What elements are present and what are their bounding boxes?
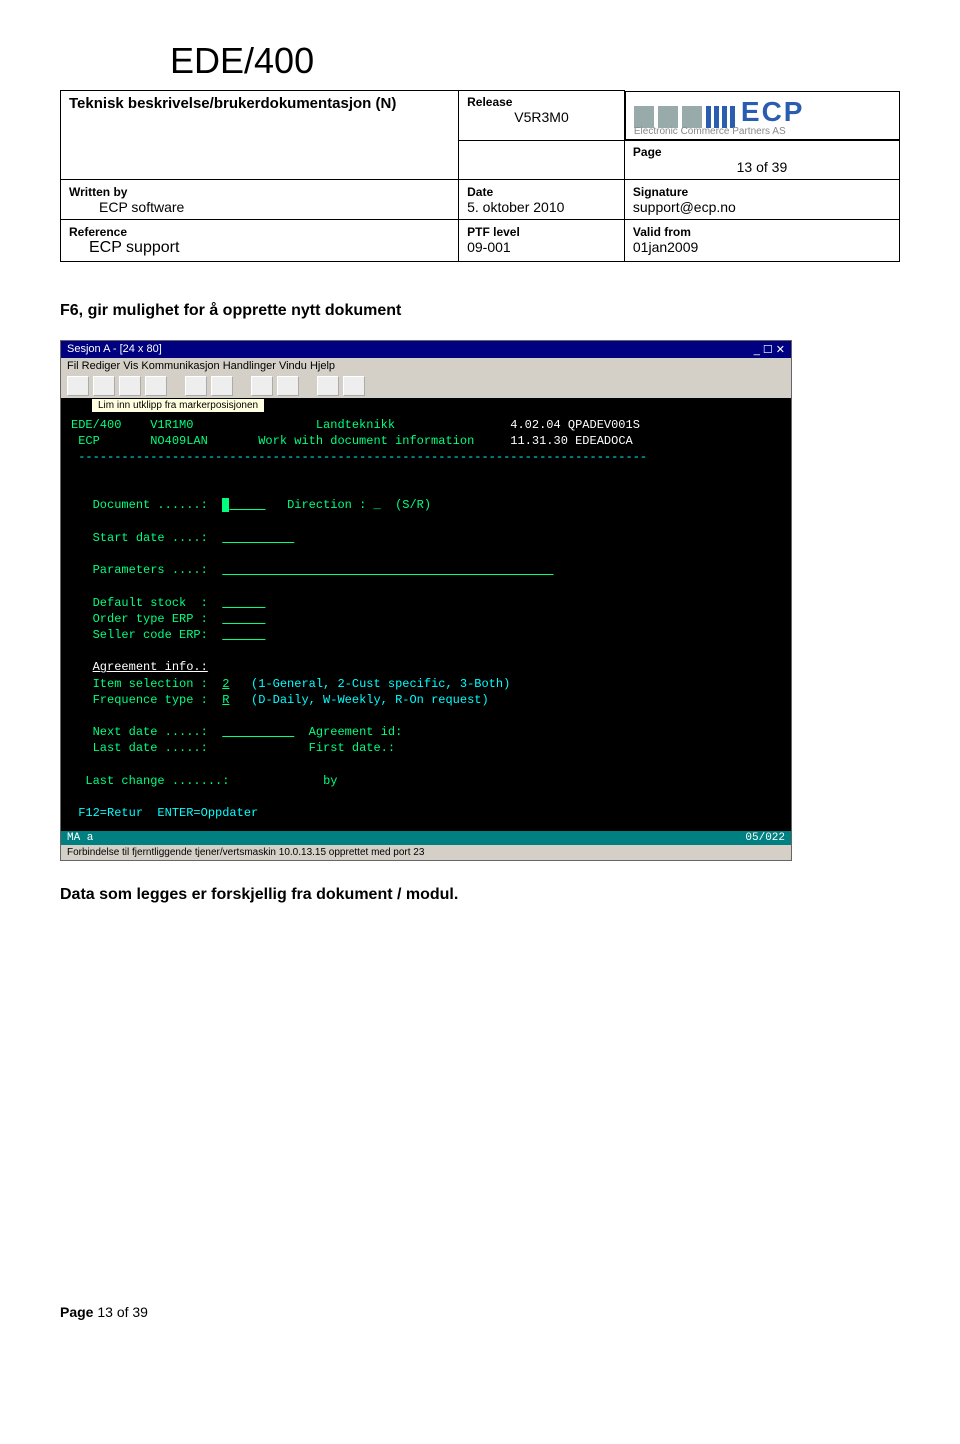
itemselection-input[interactable]: 2 — [222, 677, 229, 691]
firstdate-label: First date.: — [309, 741, 395, 755]
startdate-input[interactable] — [222, 531, 294, 545]
tooltip: Lim inn utklipp fra markerposisjonen — [91, 398, 265, 413]
screen-line: 11.31.30 EDEADOCA — [510, 434, 632, 448]
reference-label: Reference — [69, 225, 127, 239]
by-label: by — [323, 774, 337, 788]
startdate-label: Start date ....: — [93, 531, 208, 545]
status-right: 05/022 — [745, 832, 785, 844]
footer-value: 13 of 39 — [97, 1304, 148, 1320]
section-heading: F6, gir mulighet for å opprette nytt dok… — [60, 302, 900, 320]
logo: ECP Electronic Commerce Partners AS — [625, 91, 900, 140]
function-keys: F12=Retur ENTER=Oppdater — [78, 806, 258, 820]
frequence-desc: (D-Daily, W-Weekly, R-On request) — [251, 693, 489, 707]
toolbar-button[interactable] — [93, 376, 115, 396]
logo-text: ECP — [741, 96, 805, 128]
agreementid-label: Agreement id: — [309, 725, 403, 739]
parameters-input[interactable] — [222, 563, 553, 577]
writtenby-label: Written by — [69, 185, 127, 199]
window-title: Sesjon A - [24 x 80] — [67, 343, 162, 356]
frequence-input[interactable]: R — [222, 693, 229, 707]
defaultstock-input[interactable] — [222, 596, 265, 610]
toolbar-button[interactable] — [67, 376, 89, 396]
page-value: 13 of 39 — [633, 159, 891, 175]
ptf-value: 09-001 — [467, 239, 511, 255]
screen-line: EDE/400 V1R1M0 Landteknikk — [71, 418, 395, 432]
screen-line: 4.02.04 QPADEV001S — [510, 418, 640, 432]
toolbar-button[interactable] — [145, 376, 167, 396]
toolbar-button[interactable] — [317, 376, 339, 396]
screen-line: ECP NO409LAN Work with document informat… — [78, 434, 474, 448]
menu-bar[interactable]: Fil Rediger Vis Kommunikasjon Handlinger… — [61, 358, 791, 374]
valid-value: 01jan2009 — [633, 239, 698, 255]
document-input[interactable] — [229, 498, 265, 512]
status-bar: MA a 05/022 — [61, 831, 791, 845]
logo-subtitle: Electronic Commerce Partners AS — [634, 126, 891, 137]
itemselection-desc: (1-General, 2-Cust specific, 3-Both) — [251, 677, 510, 691]
toolbar[interactable] — [61, 374, 791, 398]
seller-label: Seller code ERP: — [93, 628, 208, 642]
nextdate-label: Next date .....: — [93, 725, 208, 739]
parameters-label: Parameters ....: — [93, 563, 208, 577]
defaultstock-label: Default stock : — [93, 596, 208, 610]
terminal-window: Sesjon A - [24 x 80] _ ☐ ✕ Fil Rediger V… — [60, 340, 792, 862]
footer-label: Page — [60, 1304, 93, 1320]
page-footer: Page 13 of 39 — [60, 1304, 900, 1320]
toolbar-button[interactable] — [211, 376, 233, 396]
lastdate-label: Last date .....: — [93, 741, 208, 755]
toolbar-button[interactable] — [185, 376, 207, 396]
terminal-screen[interactable]: EDE/400 V1R1M0 Landteknikk 4.02.04 QPADE… — [61, 413, 791, 832]
status-left: MA a — [67, 832, 93, 844]
valid-label: Valid from — [633, 225, 691, 239]
body-text: Data som legges er forskjellig fra dokum… — [60, 886, 900, 904]
ordertype-label: Order type ERP : — [93, 612, 208, 626]
lastchange-label: Last change .......: — [85, 774, 229, 788]
connection-status: Forbindelse til fjerntliggende tjener/ve… — [61, 845, 791, 860]
frequence-label: Frequence type : — [93, 693, 208, 707]
page-label: Page — [633, 145, 891, 159]
toolbar-button[interactable] — [343, 376, 365, 396]
direction-label: Direction : _ (S/R) — [287, 498, 431, 512]
toolbar-button[interactable] — [251, 376, 273, 396]
agreement-header: Agreement info.: — [93, 660, 208, 674]
doc-header-table: Teknisk beskrivelse/brukerdokumentasjon … — [60, 90, 900, 262]
release-value: V5R3M0 — [467, 109, 616, 125]
ptf-label: PTF level — [467, 225, 520, 239]
ordertype-input[interactable] — [222, 612, 265, 626]
screen-divider: ----------------------------------------… — [78, 450, 647, 464]
toolbar-button[interactable] — [119, 376, 141, 396]
date-label: Date — [467, 185, 493, 199]
document-label: Document ......: — [93, 498, 208, 512]
reference-value: ECP support — [89, 239, 179, 256]
signature-label: Signature — [633, 185, 688, 199]
window-controls[interactable]: _ ☐ ✕ — [754, 343, 785, 356]
nextdate-input[interactable] — [222, 725, 294, 739]
date-value: 5. oktober 2010 — [467, 199, 564, 215]
signature-value: support@ecp.no — [633, 199, 736, 215]
doc-subtitle: Teknisk beskrivelse/brukerdokumentasjon … — [69, 95, 450, 112]
itemselection-label: Item selection : — [93, 677, 208, 691]
window-titlebar[interactable]: Sesjon A - [24 x 80] _ ☐ ✕ — [61, 341, 791, 358]
release-label: Release — [467, 95, 616, 109]
writtenby-value: ECP software — [99, 199, 184, 215]
seller-input[interactable] — [222, 628, 265, 642]
product-title: EDE/400 — [170, 40, 900, 82]
toolbar-button[interactable] — [277, 376, 299, 396]
